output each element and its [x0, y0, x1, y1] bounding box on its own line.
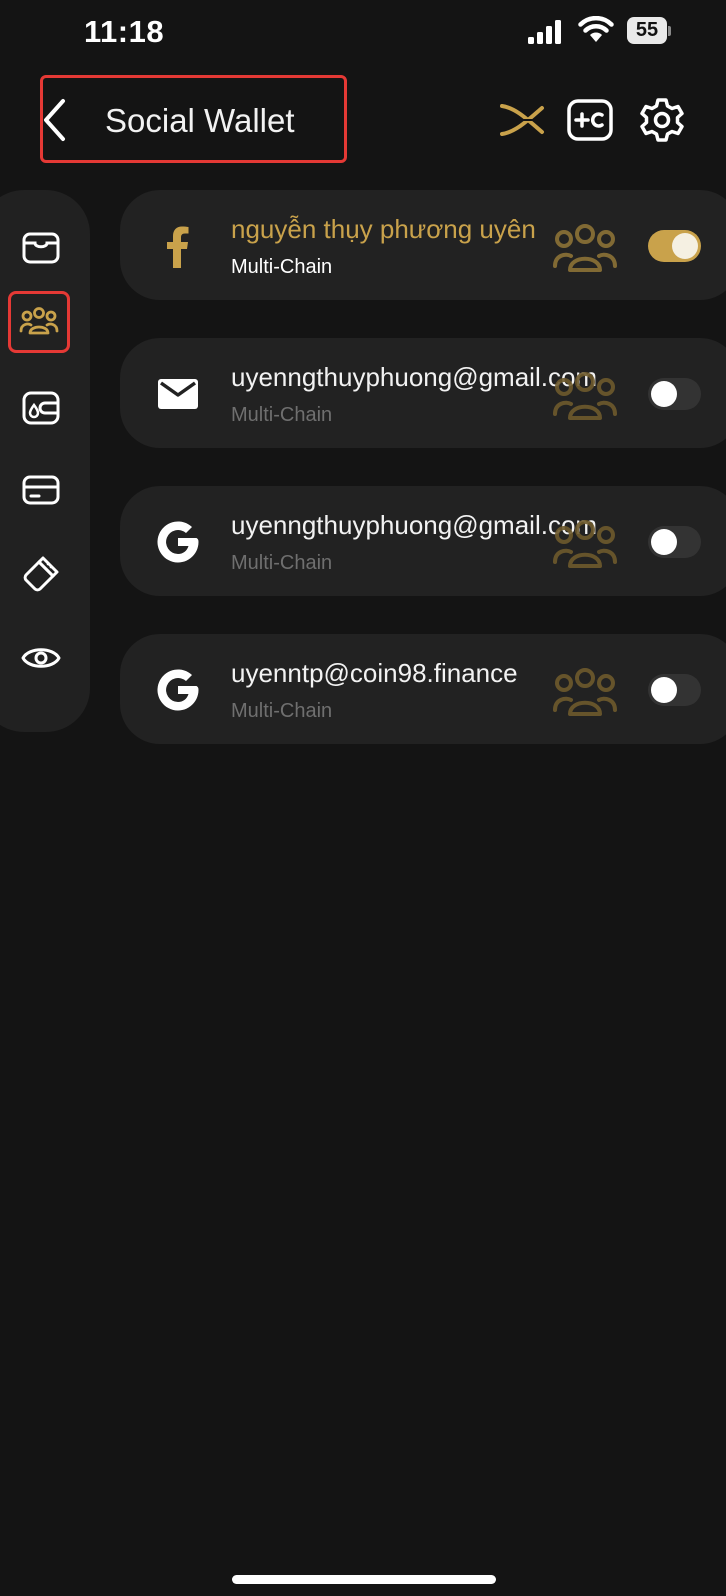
- social-group-icon: [553, 520, 617, 568]
- wallet-chain: Multi-Chain: [231, 552, 333, 574]
- facebook-icon: [167, 226, 189, 268]
- toggle-knob: [651, 529, 677, 555]
- wallet-name: nguyễn thụy phương uyên: [231, 214, 536, 244]
- wallet-chain: Multi-Chain: [231, 404, 333, 426]
- sidebar: [0, 190, 90, 732]
- settings-gear-icon[interactable]: [638, 96, 686, 144]
- toggle-knob: [651, 381, 677, 407]
- sidebar-item-watch[interactable]: [14, 631, 68, 685]
- sidebar-item-social-wallet[interactable]: [8, 291, 70, 353]
- wallet-toggle[interactable]: [648, 230, 701, 262]
- wallet-toggle[interactable]: [648, 526, 701, 558]
- signal-icon: [528, 20, 561, 44]
- home-indicator[interactable]: [232, 1575, 496, 1584]
- sidebar-item-wallet-drop[interactable]: [14, 381, 68, 435]
- wallet-chain: Multi-Chain: [231, 256, 333, 278]
- wallet-card[interactable]: uyenngthuyphuong@gmail.com Multi-Chain: [120, 486, 726, 596]
- wallet-card[interactable]: nguyễn thụy phương uyên Multi-Chain: [120, 190, 726, 300]
- mail-icon: [158, 379, 198, 409]
- wallet-drop-icon: [22, 391, 60, 425]
- social-group-icon: [553, 668, 617, 716]
- wallet-name: uyenntp@coin98.finance: [231, 658, 518, 688]
- social-group-icon: [553, 372, 617, 420]
- page-title: Social Wallet: [105, 102, 295, 139]
- screen: 11:18 55 Social Wallet nguyễn thụy phươn…: [0, 0, 726, 1596]
- google-icon: [157, 669, 199, 711]
- social-group-icon: [19, 307, 59, 335]
- sidebar-item-card[interactable]: [14, 463, 68, 517]
- wallet-chain: Multi-Chain: [231, 700, 333, 722]
- sidebar-item-hardware[interactable]: [14, 547, 68, 601]
- toggle-knob: [672, 233, 698, 259]
- back-arrow-icon[interactable]: [42, 98, 66, 142]
- wallet-card[interactable]: uyenntp@coin98.finance Multi-Chain: [120, 634, 726, 744]
- battery-level: 55: [627, 17, 667, 44]
- wallet-icon: [22, 232, 60, 264]
- wifi-icon: [578, 16, 614, 42]
- wallet-toggle[interactable]: [648, 378, 701, 410]
- toggle-knob: [651, 677, 677, 703]
- google-icon: [157, 521, 199, 563]
- status-time: 11:18: [84, 14, 165, 49]
- eye-icon: [21, 648, 61, 668]
- wallet-name: uyenngthuyphuong@gmail.com: [231, 510, 598, 540]
- social-group-icon: [553, 224, 617, 272]
- wallet-toggle[interactable]: [648, 674, 701, 706]
- wallet-name: uyenngthuyphuong@gmail.com: [231, 362, 598, 392]
- usb-key-icon: [23, 556, 59, 592]
- battery-nub: [668, 26, 671, 36]
- card-icon: [22, 475, 60, 505]
- wallet-card[interactable]: uyenngthuyphuong@gmail.com Multi-Chain: [120, 338, 726, 448]
- bridge-swap-icon[interactable]: [498, 96, 546, 144]
- add-wallet-icon[interactable]: [566, 96, 614, 144]
- sidebar-item-wallet[interactable]: [14, 221, 68, 275]
